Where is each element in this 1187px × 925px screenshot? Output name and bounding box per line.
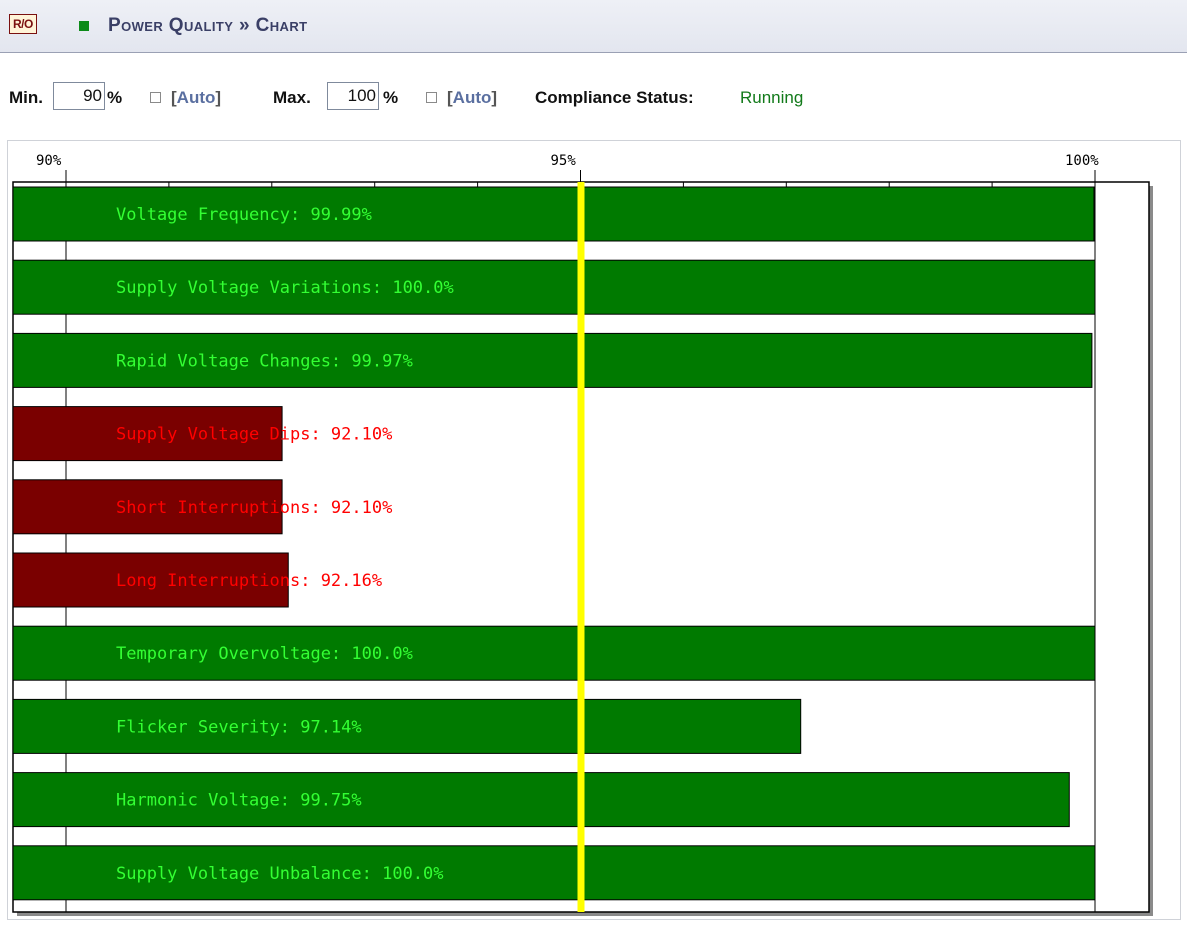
bar-label-2: Supply Voltage Variations: 100.0%	[116, 278, 454, 298]
chart-controls: Min. % [Auto] Max. % [Auto] Compliance S…	[0, 80, 1187, 116]
min-auto-link[interactable]: [Auto]	[171, 80, 221, 116]
status-square-icon	[79, 21, 89, 31]
tick-label-95: 95%	[551, 153, 577, 169]
max-auto-checkbox[interactable]	[426, 92, 437, 103]
threshold-line	[577, 182, 585, 912]
min-input[interactable]	[53, 82, 105, 110]
min-auto-label: Auto	[176, 88, 216, 107]
compliance-status-label: Compliance Status:	[535, 88, 694, 107]
tick-label-100: 100%	[1065, 153, 1099, 169]
max-label: Max.	[273, 88, 311, 107]
bar-label-8: Flicker Severity: 97.14%	[116, 717, 362, 737]
bar-label-1: Voltage Frequency: 99.99%	[116, 205, 372, 225]
max-unit: %	[383, 88, 399, 107]
bar-label-10: Supply Voltage Unbalance: 100.0%	[116, 864, 444, 884]
bar-label-9: Harmonic Voltage: 99.75%	[116, 791, 362, 811]
min-auto-checkbox[interactable]	[150, 92, 161, 103]
page-title: Power Quality » Chart	[108, 15, 308, 36]
page-header: R/O Power Quality » Chart	[0, 0, 1187, 53]
max-input[interactable]	[327, 82, 379, 110]
max-auto-link[interactable]: [Auto]	[447, 80, 497, 116]
bar-label-7: Temporary Overvoltage: 100.0%	[116, 644, 413, 664]
bar-label-4: Supply Voltage Dips: 92.10%	[116, 425, 392, 445]
max-auto-label: Auto	[452, 88, 492, 107]
read-only-badge: R/O	[9, 14, 37, 34]
bar-label-5: Short Interruptions: 92.10%	[116, 498, 392, 518]
compliance-chart: 90% 95% 100% Voltage Frequency: 99.99% Suppl…	[7, 140, 1181, 920]
min-label: Min.	[9, 88, 43, 107]
tick-label-90: 90%	[36, 153, 62, 169]
compliance-bar-chart: 90% 95% 100% Voltage Frequency: 99.99% Suppl…	[12, 153, 1153, 916]
bar-label-6: Long Interruptions: 92.16%	[116, 571, 382, 591]
compliance-status-value: Running	[740, 88, 804, 107]
bar-label-3: Rapid Voltage Changes: 99.97%	[116, 351, 413, 371]
min-unit: %	[107, 88, 123, 107]
